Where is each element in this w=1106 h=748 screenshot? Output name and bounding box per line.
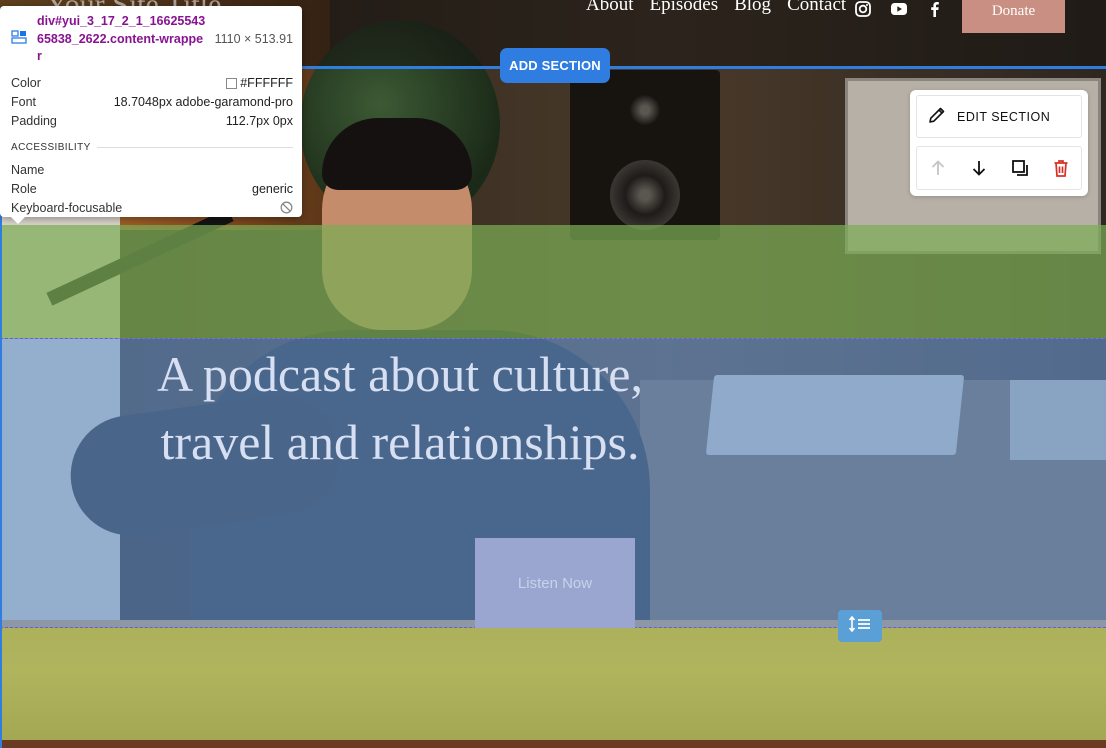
arrow-up-icon[interactable] xyxy=(928,158,948,178)
layout-grid-icon xyxy=(11,30,27,44)
arrow-down-icon[interactable] xyxy=(969,158,989,178)
nav-item-about[interactable]: About xyxy=(586,0,634,16)
hero-title-line-1: A podcast about culture, xyxy=(157,346,643,402)
trash-icon[interactable] xyxy=(1051,158,1071,178)
spacing-icon xyxy=(848,615,872,638)
nav-item-episodes[interactable]: Episodes xyxy=(650,0,719,16)
nav-item-contact[interactable]: Contact xyxy=(787,0,846,16)
element-dimensions: 1110 × 513.91 xyxy=(214,32,293,46)
listen-now-button[interactable]: Listen Now xyxy=(475,538,635,628)
style-row-font: Font 18.7048px adobe-garamond-pro xyxy=(11,95,293,109)
add-section-button[interactable]: ADD SECTION xyxy=(500,48,610,83)
not-focusable-icon xyxy=(280,201,293,217)
instagram-icon[interactable] xyxy=(854,0,872,17)
next-section-edge xyxy=(0,740,1106,748)
padding-highlight-top xyxy=(0,225,1106,339)
a11y-row-name: Name xyxy=(11,163,45,177)
pencil-icon xyxy=(927,105,947,128)
section-toolbar: EDIT SECTION xyxy=(910,90,1088,196)
donate-button[interactable]: Donate xyxy=(962,0,1065,33)
style-row-color: Color #FFFFFF xyxy=(11,76,293,90)
accessibility-heading: ACCESSIBILITY xyxy=(11,142,293,153)
section-actions xyxy=(916,146,1082,190)
spacing-handle[interactable] xyxy=(838,610,882,642)
duplicate-icon[interactable] xyxy=(1010,158,1030,178)
element-selector: div#yui_3_17_2_1_1662554365838_2622.cont… xyxy=(37,14,206,63)
hero-title: A podcast about culture, travel and rela… xyxy=(100,340,700,476)
a11y-row-role: Role generic xyxy=(11,182,293,196)
style-row-padding: Padding 112.7px 0px xyxy=(11,114,293,128)
nav-item-blog[interactable]: Blog xyxy=(734,0,771,16)
youtube-icon[interactable] xyxy=(890,0,908,16)
devtools-inspect-tooltip: div#yui_3_17_2_1_1662554365838_2622.cont… xyxy=(0,6,302,217)
facebook-icon[interactable] xyxy=(926,0,944,17)
edit-section-button[interactable]: EDIT SECTION xyxy=(916,95,1082,138)
site-nav: About Episodes Blog Contact xyxy=(586,0,846,16)
tooltip-pointer xyxy=(10,216,26,224)
padding-highlight-bottom xyxy=(0,628,1106,740)
a11y-row-keyboard-focusable: Keyboard-focusable xyxy=(11,201,293,217)
social-links xyxy=(854,0,944,17)
hero-title-line-2: travel and relationships. xyxy=(160,414,640,470)
edit-section-label: EDIT SECTION xyxy=(957,109,1051,124)
color-swatch xyxy=(226,77,238,89)
